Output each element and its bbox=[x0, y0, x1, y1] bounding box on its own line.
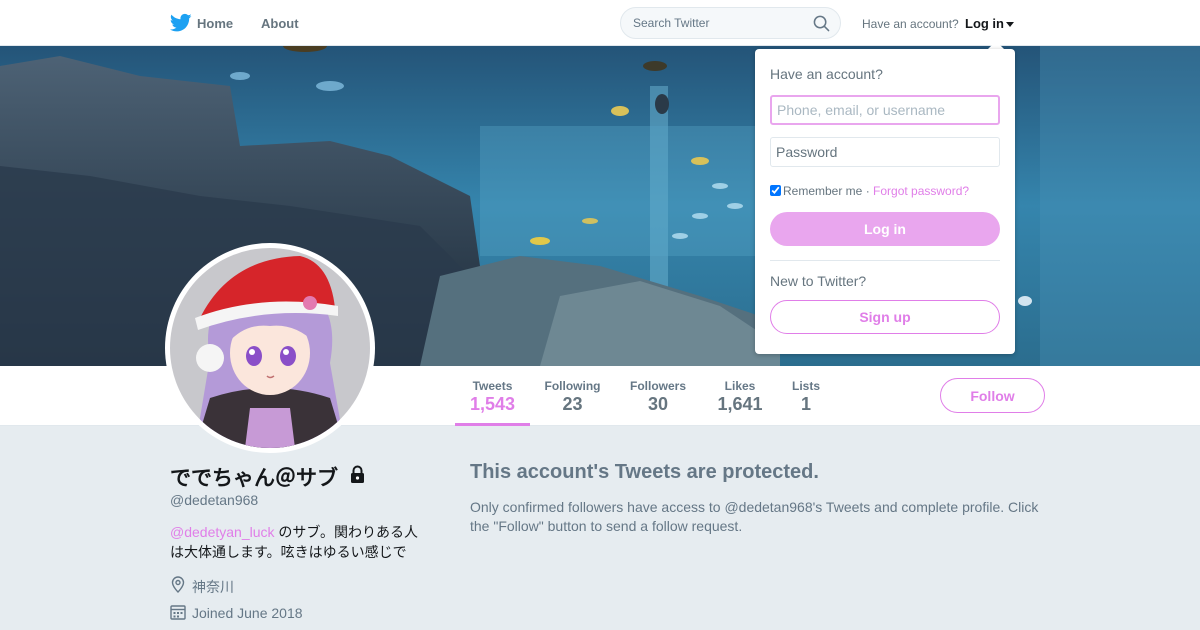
remember-me-label[interactable]: Remember me bbox=[783, 184, 862, 198]
profile-bio: @dedetyan_luck のサブ。関わりある人は大体通します。呟きはゆるい感… bbox=[170, 522, 430, 562]
avatar[interactable] bbox=[165, 243, 375, 453]
stat-following[interactable]: Following 23 bbox=[540, 366, 605, 426]
new-to-twitter-text: New to Twitter? bbox=[770, 273, 867, 289]
search-box bbox=[620, 7, 841, 39]
caret-down-icon bbox=[1006, 22, 1014, 28]
stat-lists[interactable]: Lists 1 bbox=[786, 366, 826, 426]
username-input[interactable] bbox=[770, 95, 1000, 125]
bio-mention-link[interactable]: @dedetyan_luck bbox=[170, 524, 275, 540]
twitter-bird-icon[interactable] bbox=[170, 13, 192, 33]
stat-following-value: 23 bbox=[562, 394, 583, 414]
stat-tweets-label: Tweets bbox=[472, 379, 513, 393]
stat-following-label: Following bbox=[544, 379, 601, 393]
profile-display-name: ででちゃん＠サブ bbox=[170, 467, 338, 490]
password-input[interactable] bbox=[770, 137, 1000, 167]
dropdown-divider bbox=[770, 260, 1000, 261]
separator-dot: · bbox=[862, 184, 874, 198]
login-dropdown-toggle[interactable]: Log in bbox=[965, 16, 1014, 31]
nav-about-link[interactable]: About bbox=[261, 16, 299, 31]
calendar-icon bbox=[170, 605, 186, 620]
stat-lists-value: 1 bbox=[800, 394, 811, 414]
stat-tweets[interactable]: Tweets 1,543 bbox=[455, 366, 530, 426]
stat-likes[interactable]: Likes 1,641 bbox=[710, 366, 770, 426]
top-navigation-bar: Home About Have an account? Log in bbox=[0, 0, 1200, 46]
have-account-text: Have an account? bbox=[862, 17, 959, 31]
login-toggle-label: Log in bbox=[965, 16, 1004, 31]
remember-me-checkbox[interactable] bbox=[770, 185, 781, 196]
profile-screen-name: @dedetan968 bbox=[170, 492, 259, 508]
signup-button[interactable]: Sign up bbox=[770, 300, 1000, 334]
stat-likes-label: Likes bbox=[724, 379, 756, 393]
stat-followers-value: 30 bbox=[647, 394, 669, 414]
search-input[interactable] bbox=[633, 16, 803, 30]
protected-tweets-description: Only confirmed followers have access to … bbox=[470, 499, 1039, 534]
stat-tweets-value: 1,543 bbox=[469, 394, 516, 414]
search-icon[interactable] bbox=[813, 15, 830, 32]
avatar-illustration bbox=[170, 248, 370, 448]
stat-followers-label: Followers bbox=[629, 379, 686, 393]
stat-lists-label: Lists bbox=[791, 379, 820, 393]
stat-followers[interactable]: Followers 30 bbox=[625, 366, 691, 426]
login-submit-button[interactable]: Log in bbox=[770, 212, 1000, 246]
login-dropdown-title: Have an account? bbox=[770, 66, 883, 82]
login-dropdown: Have an account? Remember me · Forgot pa… bbox=[755, 49, 1015, 354]
forgot-password-link[interactable]: Forgot password? bbox=[873, 184, 969, 198]
remember-me-row: Remember me · Forgot password? bbox=[770, 184, 969, 198]
profile-location: 神奈川 bbox=[192, 579, 234, 595]
lock-icon bbox=[351, 465, 364, 483]
location-icon bbox=[171, 576, 185, 593]
nav-home-link[interactable]: Home bbox=[197, 16, 233, 31]
profile-join-date: Joined June 2018 bbox=[192, 605, 303, 621]
dropdown-arrow bbox=[988, 41, 1004, 49]
follow-button[interactable]: Follow bbox=[940, 378, 1045, 413]
stat-likes-value: 1,641 bbox=[717, 394, 763, 414]
protected-tweets-heading: This account's Tweets are protected. bbox=[470, 461, 819, 483]
